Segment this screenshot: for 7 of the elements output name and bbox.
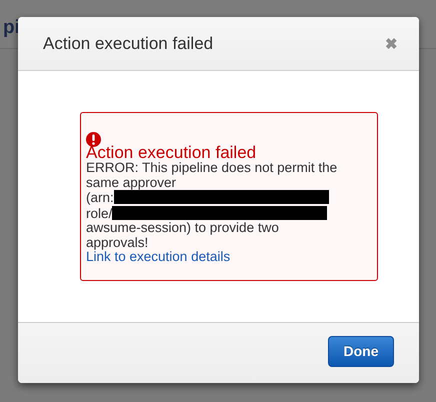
alert-title: Action execution failed (86, 145, 258, 161)
error-message: ERROR: This pipeline does not permit the same approver (arn: role/ awsume-session) to provide two approvals! (86, 161, 338, 250)
close-button[interactable]: ✖ (385, 34, 398, 52)
execution-details-link[interactable]: Link to execution details (86, 250, 357, 264)
error-icon (86, 132, 101, 147)
dialog-title: Action execution failed (43, 34, 214, 54)
done-button[interactable]: Done (328, 336, 394, 366)
